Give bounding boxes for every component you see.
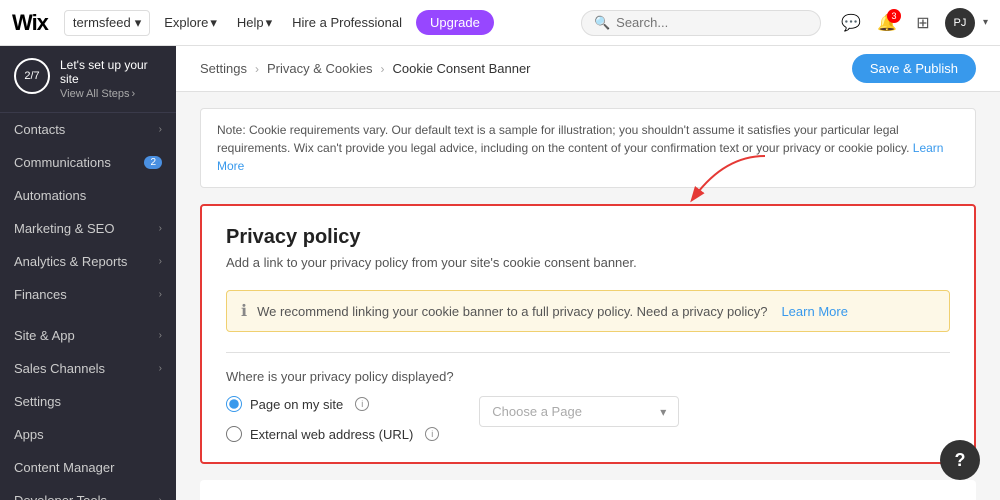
user-avatar[interactable]: PJ xyxy=(945,8,975,38)
setup-progress-circle: 2/7 xyxy=(14,58,50,94)
breadcrumb-bar: Settings › Privacy & Cookies › Cookie Co… xyxy=(176,46,1000,92)
sidebar-item-marketing-seo[interactable]: Marketing & SEO › xyxy=(0,212,176,245)
sidebar-item-automations[interactable]: Automations xyxy=(0,179,176,212)
notifications-icon[interactable]: 🔔 3 xyxy=(873,9,901,37)
radio-page-on-site-input[interactable] xyxy=(226,396,242,412)
chevron-down-icon: ▾ xyxy=(983,17,988,28)
info-circle-icon[interactable]: i xyxy=(355,397,369,411)
communications-badge: 2 xyxy=(144,156,162,169)
note-box: Note: Cookie requirements vary. Our defa… xyxy=(200,108,976,188)
breadcrumb-privacy-cookies[interactable]: Privacy & Cookies xyxy=(267,61,372,76)
radio-options: Page on my site i External web address (… xyxy=(226,396,950,442)
privacy-policy-section: Privacy policy Add a link to your privac… xyxy=(200,204,976,464)
notifications-badge: 3 xyxy=(887,9,901,23)
chevron-right-icon: › xyxy=(159,289,162,300)
content-area: Settings › Privacy & Cookies › Cookie Co… xyxy=(176,46,1000,500)
setup-text: Let's set up your site View All Steps › xyxy=(60,58,162,100)
wix-logo: Wix xyxy=(12,10,48,36)
breadcrumb-separator-2: › xyxy=(380,62,384,76)
info-icon: ℹ xyxy=(241,301,247,321)
chevron-right-icon: › xyxy=(159,124,162,135)
help-menu[interactable]: Help ▾ xyxy=(231,11,278,35)
sidebar-item-site-app[interactable]: Site & App › xyxy=(0,319,176,352)
page-content: Note: Cookie requirements vary. Our defa… xyxy=(176,92,1000,500)
save-publish-button[interactable]: Save & Publish xyxy=(852,54,976,83)
help-button[interactable]: ? xyxy=(940,440,980,480)
info-circle-icon-2[interactable]: i xyxy=(425,427,439,441)
search-icon: 🔍 xyxy=(594,15,610,31)
hire-professional-link[interactable]: Hire a Professional xyxy=(286,11,408,34)
breadcrumb-separator: › xyxy=(255,62,259,76)
messages-icon[interactable]: 💬 xyxy=(837,9,865,37)
explore-menu[interactable]: Explore ▾ xyxy=(158,11,223,35)
brand-selector[interactable]: termsfeed ▾ xyxy=(64,10,150,36)
breadcrumb-current: Cookie Consent Banner xyxy=(392,61,530,76)
chevron-down-icon: ▾ xyxy=(266,15,273,31)
policy-divider xyxy=(226,352,950,353)
radio-external-url-input[interactable] xyxy=(226,426,242,442)
sidebar-item-settings[interactable]: Settings xyxy=(0,385,176,418)
search-input[interactable] xyxy=(616,15,808,30)
review-cookie-section: Review cookie policy requirements The st… xyxy=(200,480,976,500)
nav-icons: 💬 🔔 3 ⊞ PJ ▾ xyxy=(837,8,988,38)
chevron-right-icon: › xyxy=(132,88,136,100)
privacy-policy-subtitle: Add a link to your privacy policy from y… xyxy=(226,255,950,270)
chevron-down-icon: ▾ xyxy=(135,15,142,31)
setup-box[interactable]: 2/7 Let's set up your site View All Step… xyxy=(0,46,176,113)
sidebar-item-sales-channels[interactable]: Sales Channels › xyxy=(0,352,176,385)
banner-learn-more-link[interactable]: Learn More xyxy=(781,304,847,319)
sidebar-item-communications[interactable]: Communications 2 xyxy=(0,146,176,179)
sidebar: 2/7 Let's set up your site View All Step… xyxy=(0,46,176,500)
breadcrumb-settings[interactable]: Settings xyxy=(200,61,247,76)
sidebar-item-contacts[interactable]: Contacts › xyxy=(0,113,176,146)
sidebar-item-analytics-reports[interactable]: Analytics & Reports › xyxy=(0,245,176,278)
radio-page-on-site[interactable]: Page on my site i xyxy=(226,396,439,412)
chevron-right-icon: › xyxy=(159,363,162,374)
info-banner: ℹ We recommend linking your cookie banne… xyxy=(226,290,950,332)
radio-external-url[interactable]: External web address (URL) i xyxy=(226,426,439,442)
apps-icon[interactable]: ⊞ xyxy=(909,9,937,37)
radio-group: Page on my site i External web address (… xyxy=(226,396,439,442)
chevron-down-icon: ▾ xyxy=(210,15,217,31)
where-label: Where is your privacy policy displayed? xyxy=(226,369,950,384)
main-layout: 2/7 Let's set up your site View All Step… xyxy=(0,46,1000,500)
dropdown-arrow-icon: ▾ xyxy=(660,405,666,419)
sidebar-item-finances[interactable]: Finances › xyxy=(0,278,176,311)
chevron-right-icon: › xyxy=(159,495,162,500)
sidebar-item-content-manager[interactable]: Content Manager xyxy=(0,451,176,484)
sidebar-item-apps[interactable]: Apps xyxy=(0,418,176,451)
view-all-steps[interactable]: View All Steps › xyxy=(60,88,162,100)
chevron-right-icon: › xyxy=(159,330,162,341)
search-bar[interactable]: 🔍 xyxy=(581,10,821,36)
top-navigation: Wix termsfeed ▾ Explore ▾ Help ▾ Hire a … xyxy=(0,0,1000,46)
privacy-policy-title: Privacy policy xyxy=(226,226,950,249)
sidebar-item-developer-tools[interactable]: Developer Tools › xyxy=(0,484,176,500)
chevron-right-icon: › xyxy=(159,223,162,234)
choose-page-dropdown[interactable]: Choose a Page ▾ xyxy=(479,396,679,427)
chevron-right-icon: › xyxy=(159,256,162,267)
upgrade-button[interactable]: Upgrade xyxy=(416,10,494,35)
